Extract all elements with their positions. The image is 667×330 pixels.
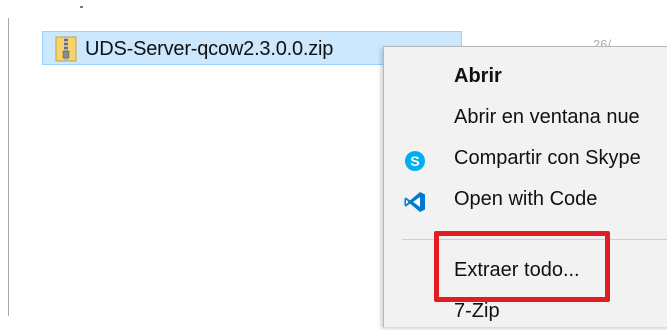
menu-item-share-skype[interactable]: S Compartir con Skype <box>384 143 667 177</box>
highlight-annotation <box>434 231 610 302</box>
menu-item-label: Open with Code <box>454 188 598 210</box>
menu-item-open[interactable]: Abrir <box>384 61 667 95</box>
menu-item-label: Abrir <box>454 65 502 87</box>
menu-item-label: Compartir con Skype <box>454 147 641 169</box>
file-name: UDS-Server-qcow2.3.0.0.zip <box>85 38 334 60</box>
zip-folder-icon <box>55 36 77 62</box>
pane-border <box>8 18 9 316</box>
menu-item-label: 7-Zip <box>454 300 500 322</box>
vscode-icon <box>404 192 425 212</box>
menu-item-label: Abrir en ventana nue <box>454 106 640 128</box>
svg-text:S: S <box>410 153 419 169</box>
file-explorer-pane: UDS-Server-qcow2.3.0.0.zip 26/ Abrir Abr… <box>0 0 667 327</box>
column-header-divider <box>80 6 83 8</box>
menu-item-open-with-code[interactable]: Open with Code <box>384 184 667 218</box>
menu-item-open-new-window[interactable]: Abrir en ventana nue <box>384 102 667 136</box>
skype-icon: S <box>405 151 425 171</box>
